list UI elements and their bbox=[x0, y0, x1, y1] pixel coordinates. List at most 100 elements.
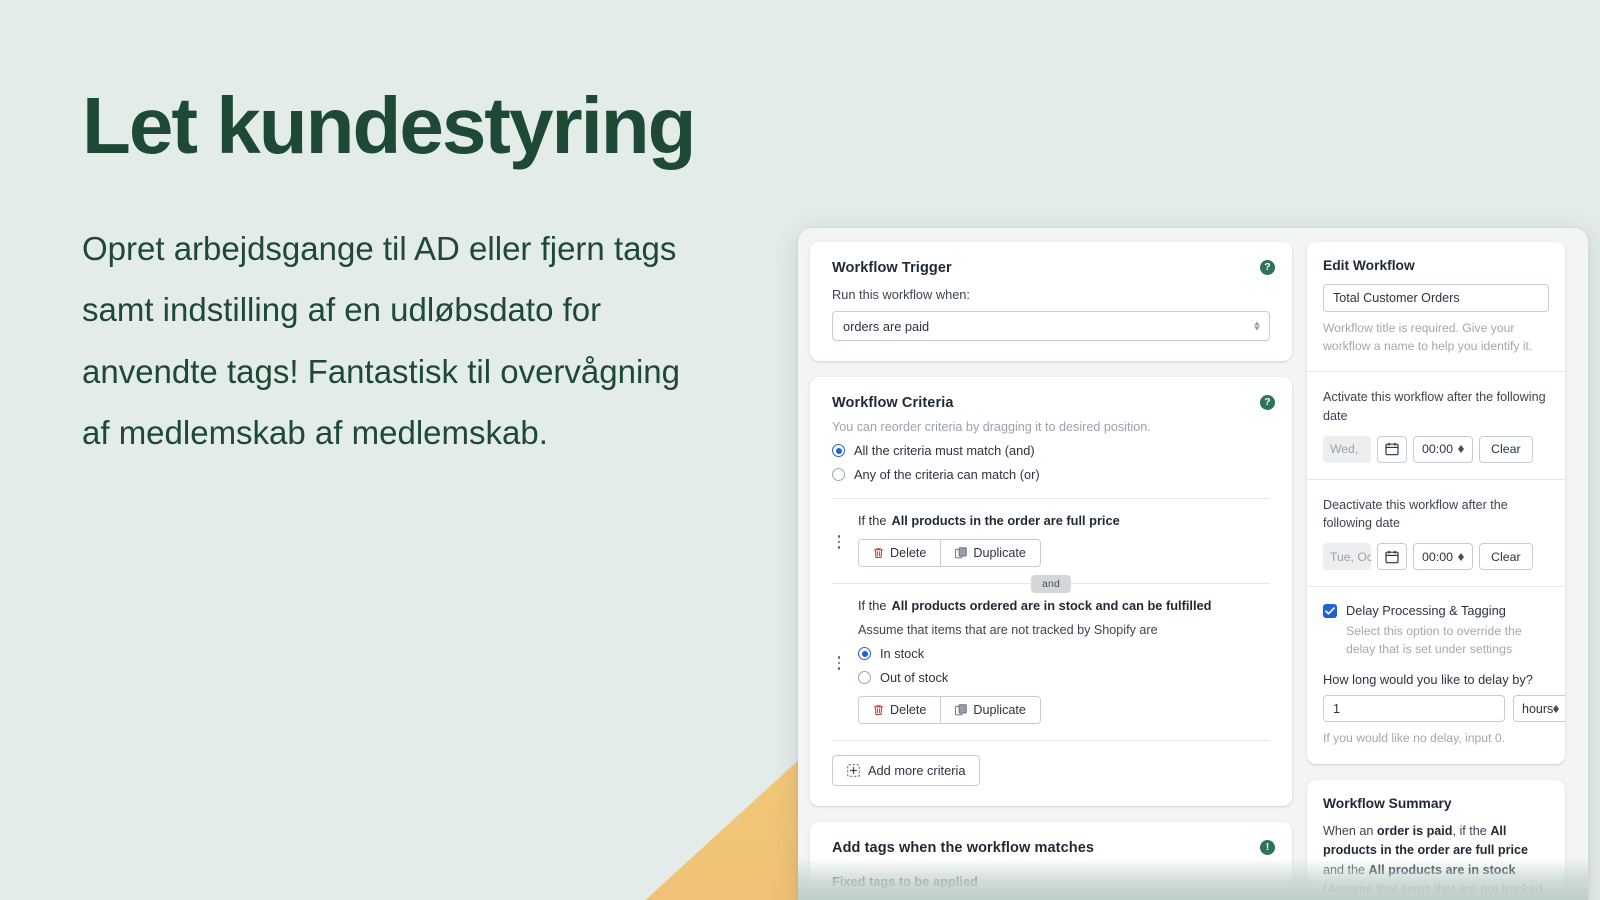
calendar-icon bbox=[1385, 550, 1399, 564]
criterion-heading: If the All products ordered are in stock … bbox=[858, 598, 1270, 613]
criterion-prefix: If the bbox=[858, 598, 887, 613]
workflow-summary-card: Workflow Summary When an order is paid, … bbox=[1307, 779, 1565, 900]
delay-checkbox[interactable] bbox=[1323, 604, 1337, 619]
workflow-title-help: Workflow title is required. Give your wo… bbox=[1323, 321, 1533, 353]
joiner-chip: and bbox=[1030, 574, 1072, 593]
match-option-or-label: Any of the criteria can match (or) bbox=[854, 467, 1040, 482]
workflow-summary-section: Workflow Summary When an order is paid, … bbox=[1307, 780, 1565, 900]
delay-question: How long would you like to delay by? bbox=[1323, 672, 1533, 688]
deactivate-date-input[interactable]: Tue, Oc bbox=[1323, 543, 1371, 571]
match-option-and[interactable]: All the criteria must match (and) bbox=[832, 443, 1270, 458]
delay-checkbox-sub: Select this option to override the delay… bbox=[1346, 624, 1522, 657]
delay-amount-input[interactable] bbox=[1323, 695, 1505, 723]
decorative-triangle bbox=[640, 745, 815, 900]
question-circle-icon[interactable]: ? bbox=[1260, 395, 1275, 410]
trash-icon bbox=[873, 705, 884, 715]
deactivate-clear-button[interactable]: Clear bbox=[1479, 543, 1533, 571]
duplicate-button[interactable]: Duplicate bbox=[940, 540, 1040, 566]
activate-date-label: Activate this workflow after the followi… bbox=[1323, 390, 1546, 423]
deactivate-date-section: Deactivate this workflow after the follo… bbox=[1307, 478, 1565, 587]
summary-fragment: order is paid bbox=[1376, 823, 1453, 838]
summary-fragment: When an bbox=[1323, 823, 1377, 838]
criterion-heading: If the All products in the order are full… bbox=[858, 513, 1270, 528]
page-title: Let kundestyring bbox=[82, 81, 697, 170]
workflow-trigger-card: ? Workflow Trigger Run this workflow whe… bbox=[810, 242, 1292, 361]
activate-date-section: Activate this workflow after the followi… bbox=[1307, 371, 1565, 479]
activate-time-value: 00:00 bbox=[1422, 442, 1454, 457]
criterion-name: All products in the order are full price bbox=[891, 513, 1120, 528]
edit-workflow-card: Edit Workflow Workflow title is required… bbox=[1307, 242, 1565, 764]
deactivate-date-label: Deactivate this workflow after the follo… bbox=[1323, 497, 1508, 531]
summary-fragment: , if the bbox=[1452, 823, 1491, 838]
workflow-criteria-card: ? Workflow Criteria You can reorder crit… bbox=[810, 377, 1292, 806]
check-icon bbox=[1325, 607, 1335, 615]
drag-handle-icon[interactable] bbox=[832, 513, 846, 549]
add-more-criteria-button[interactable]: Add more criteria bbox=[832, 755, 981, 786]
criteria-hint: You can reorder criteria by dragging it … bbox=[832, 420, 1151, 434]
activate-time-input[interactable]: 00:00 bbox=[1413, 435, 1474, 463]
stock-option-out-of-stock[interactable]: Out of stock bbox=[858, 670, 1270, 685]
workflow-criteria-title: Workflow Criteria bbox=[832, 395, 954, 411]
deactivate-calendar-button[interactable] bbox=[1377, 543, 1407, 571]
criterion-actions: Delete Duplicate bbox=[858, 696, 1041, 724]
delay-footnote: If you would like no delay, input 0. bbox=[1323, 731, 1506, 746]
radio-and-icon bbox=[832, 444, 845, 457]
edit-workflow-title: Edit Workflow bbox=[1323, 258, 1415, 273]
workflow-title-input[interactable] bbox=[1323, 284, 1549, 312]
criterion-prefix: If the bbox=[858, 513, 887, 528]
delay-section: Delay Processing & Tagging Select this o… bbox=[1307, 586, 1565, 763]
delete-button[interactable]: Delete bbox=[859, 697, 941, 723]
chevron-updown-icon bbox=[1458, 445, 1465, 454]
side-column: Edit Workflow Workflow title is required… bbox=[1307, 228, 1565, 900]
stock-option-out-of-stock-label: Out of stock bbox=[880, 670, 949, 685]
workflow-summary-text: When an order is paid, if the All produc… bbox=[1323, 822, 1549, 900]
stock-option-in-stock-label: In stock bbox=[880, 646, 925, 661]
copy-icon bbox=[955, 704, 968, 716]
question-circle-icon[interactable]: ? bbox=[1260, 260, 1275, 275]
chevron-updown-icon bbox=[1458, 552, 1465, 561]
trigger-select[interactable]: orders are paid bbox=[832, 311, 1270, 341]
exclamation-circle-icon[interactable]: ! bbox=[1260, 840, 1275, 855]
criterion-row: If the All products in the order are full… bbox=[832, 499, 1270, 567]
radio-in-stock-icon bbox=[858, 647, 871, 660]
edit-workflow-section: Edit Workflow Workflow title is required… bbox=[1307, 242, 1565, 371]
fixed-tags-subheading: Fixed tags to be applied bbox=[832, 874, 978, 889]
activate-date-input[interactable]: Wed, bbox=[1323, 435, 1371, 463]
summary-fragment: (Assume that items that are not tracked … bbox=[1323, 882, 1543, 897]
delay-unit-select[interactable]: hours bbox=[1513, 695, 1565, 723]
delete-label: Delete bbox=[890, 546, 927, 560]
copy-icon bbox=[955, 547, 968, 559]
radio-or-icon bbox=[832, 468, 845, 481]
delay-checkbox-label: Delay Processing & Tagging bbox=[1346, 603, 1506, 619]
chevron-updown-icon bbox=[1254, 321, 1260, 331]
duplicate-label: Duplicate bbox=[973, 546, 1026, 560]
deactivate-time-input[interactable]: 00:00 bbox=[1413, 543, 1474, 571]
deactivate-time-value: 00:00 bbox=[1422, 549, 1454, 564]
activate-calendar-button[interactable] bbox=[1377, 435, 1407, 463]
run-when-label: Run this workflow when: bbox=[832, 287, 970, 302]
criteria-joiner: and bbox=[832, 574, 1270, 593]
delete-button[interactable]: Delete bbox=[859, 540, 941, 566]
stock-option-in-stock[interactable]: In stock bbox=[858, 646, 1270, 661]
criterion-row: If the All products ordered are in stock … bbox=[832, 584, 1270, 724]
add-tags-title: Add tags when the workflow matches bbox=[832, 840, 1095, 856]
summary-fragment: All products are in stock bbox=[1368, 862, 1516, 877]
summary-fragment: and the bbox=[1323, 862, 1369, 877]
trigger-select-value: orders are paid bbox=[843, 318, 930, 334]
hero-section: Let kundestyring Opret arbejdsgange til … bbox=[82, 86, 802, 464]
drag-handle-icon[interactable] bbox=[832, 598, 846, 670]
workflow-trigger-title: Workflow Trigger bbox=[832, 260, 952, 276]
activate-clear-button[interactable]: Clear bbox=[1479, 435, 1533, 463]
chevron-updown-icon bbox=[1553, 704, 1560, 713]
app-window: ? Workflow Trigger Run this workflow whe… bbox=[798, 228, 1588, 900]
delay-unit-value: hours bbox=[1522, 701, 1554, 716]
calendar-icon bbox=[1385, 442, 1399, 456]
add-square-icon bbox=[847, 764, 860, 777]
match-option-or[interactable]: Any of the criteria can match (or) bbox=[832, 467, 1270, 482]
match-option-and-label: All the criteria must match (and) bbox=[854, 443, 1035, 458]
radio-out-of-stock-icon bbox=[858, 671, 871, 684]
duplicate-button[interactable]: Duplicate bbox=[940, 697, 1040, 723]
criterion-actions: Delete Duplicate bbox=[858, 539, 1041, 567]
add-more-criteria-label: Add more criteria bbox=[868, 763, 966, 778]
workflow-summary-title: Workflow Summary bbox=[1323, 795, 1452, 811]
